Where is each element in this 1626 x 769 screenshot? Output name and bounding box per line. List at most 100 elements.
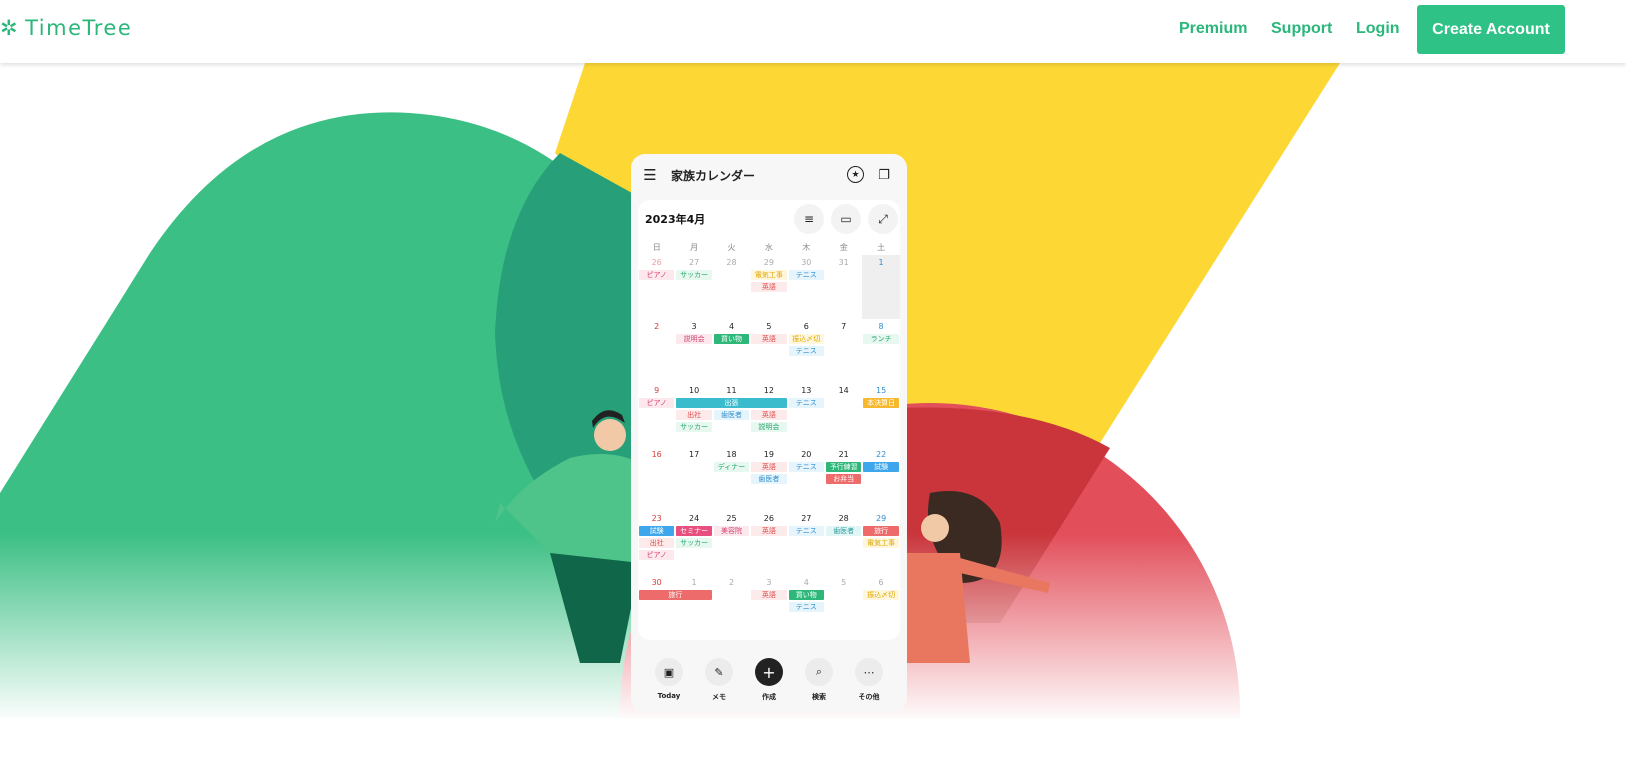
- day-cell[interactable]: 28: [713, 258, 750, 267]
- calendar-event[interactable]: テニス: [788, 398, 824, 408]
- day-cell[interactable]: 1: [862, 258, 899, 267]
- day-cell[interactable]: 9: [638, 386, 675, 395]
- calendar-event[interactable]: 英語: [751, 334, 787, 344]
- calendar-view-icon: ▭: [831, 204, 861, 234]
- calendar-event[interactable]: 美容院: [713, 526, 750, 536]
- day-cell[interactable]: 19: [750, 450, 787, 459]
- calendar-event[interactable]: 英語: [751, 282, 787, 292]
- calendar-event[interactable]: 出社: [676, 410, 712, 420]
- calendar-title: 家族カレンダー: [671, 169, 756, 183]
- day-cell[interactable]: 29: [750, 258, 787, 267]
- calendar-event[interactable]: 買い物: [788, 590, 824, 600]
- day-cell[interactable]: 30: [638, 578, 675, 587]
- nav-login[interactable]: Login: [1356, 20, 1400, 38]
- logo[interactable]: ✲ TimeTree: [0, 16, 132, 40]
- day-cell[interactable]: 5: [825, 578, 862, 587]
- day-cell[interactable]: 31: [825, 258, 862, 267]
- calendar-event[interactable]: セミナー: [676, 526, 712, 536]
- calendar-event[interactable]: 試験: [863, 462, 899, 472]
- day-cell[interactable]: 1: [675, 578, 712, 587]
- day-cell[interactable]: 26: [638, 258, 675, 267]
- today-button[interactable]: ▣ Today: [655, 658, 683, 700]
- day-cell[interactable]: 29: [862, 514, 899, 523]
- day-cell[interactable]: 27: [675, 258, 712, 267]
- today-icon: ▣: [655, 658, 683, 686]
- calendar-event[interactable]: お弁当: [826, 474, 862, 484]
- more-button[interactable]: ⋯ その他: [855, 658, 883, 702]
- calendar-event[interactable]: ピアノ: [639, 398, 675, 408]
- calendar-event[interactable]: 電気工事: [751, 270, 787, 280]
- day-cell[interactable]: 14: [825, 386, 862, 395]
- day-cell[interactable]: 20: [788, 450, 825, 459]
- calendar-event[interactable]: テニス: [788, 462, 824, 472]
- calendar-event[interactable]: サッカー: [676, 538, 712, 548]
- calendar-event[interactable]: テニス: [788, 602, 824, 612]
- day-cell[interactable]: 6: [788, 322, 825, 331]
- calendar-event[interactable]: 英語: [751, 526, 787, 536]
- create-account-button[interactable]: Create Account: [1417, 5, 1565, 54]
- calendar-event[interactable]: ピアノ: [639, 270, 675, 280]
- day-cell[interactable]: 13: [788, 386, 825, 395]
- day-cell[interactable]: 24: [675, 514, 712, 523]
- calendar-event[interactable]: 電気工事: [863, 538, 899, 548]
- calendar-event[interactable]: ランチ: [863, 334, 899, 344]
- day-cell[interactable]: 15: [862, 386, 899, 395]
- calendar-event[interactable]: サッカー: [676, 270, 712, 280]
- day-cell[interactable]: 3: [750, 578, 787, 587]
- day-cell[interactable]: 4: [713, 322, 750, 331]
- memo-button[interactable]: ✎ メモ: [705, 658, 733, 702]
- day-cell[interactable]: 22: [862, 450, 899, 459]
- calendar-event[interactable]: 歯医者: [713, 410, 750, 420]
- calendar-event[interactable]: テニス: [788, 526, 824, 536]
- calendar-event[interactable]: 英語: [751, 590, 787, 600]
- calendar-event[interactable]: 説明会: [676, 334, 712, 344]
- day-cell[interactable]: 7: [825, 322, 862, 331]
- calendar-event[interactable]: 予行練習: [826, 462, 862, 472]
- calendars-icon: ❐: [878, 167, 890, 183]
- day-cell[interactable]: 2: [638, 322, 675, 331]
- calendar-event[interactable]: 英語: [751, 462, 787, 472]
- calendar-event[interactable]: 振込〆切: [863, 590, 899, 600]
- day-cell[interactable]: 2: [713, 578, 750, 587]
- day-cell[interactable]: 12: [750, 386, 787, 395]
- calendar-event[interactable]: 旅行: [863, 526, 899, 536]
- day-cell[interactable]: 10: [675, 386, 712, 395]
- calendar-event[interactable]: テニス: [788, 346, 824, 356]
- calendar-event[interactable]: ピアノ: [639, 550, 675, 560]
- day-cell[interactable]: 17: [675, 450, 712, 459]
- day-cell[interactable]: 25: [713, 514, 750, 523]
- day-cell[interactable]: 23: [638, 514, 675, 523]
- calendar-event[interactable]: 買い物: [713, 334, 750, 344]
- create-button[interactable]: + 作成: [755, 658, 783, 702]
- calendar-event[interactable]: 出社: [639, 538, 675, 548]
- calendar-event[interactable]: 旅行: [639, 590, 712, 600]
- calendar-event[interactable]: 説明会: [751, 422, 787, 432]
- day-cell[interactable]: 4: [788, 578, 825, 587]
- day-cell[interactable]: 6: [862, 578, 899, 587]
- day-cell[interactable]: 28: [825, 514, 862, 523]
- calendar-event[interactable]: ディナー: [713, 462, 750, 472]
- day-cell[interactable]: 8: [862, 322, 899, 331]
- nav-support[interactable]: Support: [1271, 20, 1332, 38]
- calendar-event[interactable]: 英語: [751, 410, 787, 420]
- calendar-event[interactable]: 試験: [639, 526, 675, 536]
- day-cell[interactable]: 18: [713, 450, 750, 459]
- day-cell[interactable]: 5: [750, 322, 787, 331]
- day-cell[interactable]: 30: [788, 258, 825, 267]
- calendar-event[interactable]: 振込〆切: [788, 334, 824, 344]
- calendar-event[interactable]: テニス: [788, 270, 824, 280]
- calendar-event[interactable]: 出張: [676, 398, 787, 408]
- calendar-event[interactable]: サッカー: [676, 422, 712, 432]
- calendar-event[interactable]: 歯医者: [826, 526, 862, 536]
- calendar-event[interactable]: 本決算日: [863, 398, 899, 408]
- day-cell[interactable]: 27: [788, 514, 825, 523]
- day-cell[interactable]: 16: [638, 450, 675, 459]
- day-cell[interactable]: 3: [675, 322, 712, 331]
- search-button[interactable]: ⌕ 検索: [805, 658, 833, 702]
- day-cell[interactable]: 11: [713, 386, 750, 395]
- bottom-bar: ▣ Today ✎ メモ + 作成 ⌕ 検索 ⋯ その他: [631, 654, 907, 712]
- nav-premium[interactable]: Premium: [1179, 20, 1247, 38]
- day-cell[interactable]: 26: [750, 514, 787, 523]
- day-cell[interactable]: 21: [825, 450, 862, 459]
- calendar-event[interactable]: 歯医者: [751, 474, 787, 484]
